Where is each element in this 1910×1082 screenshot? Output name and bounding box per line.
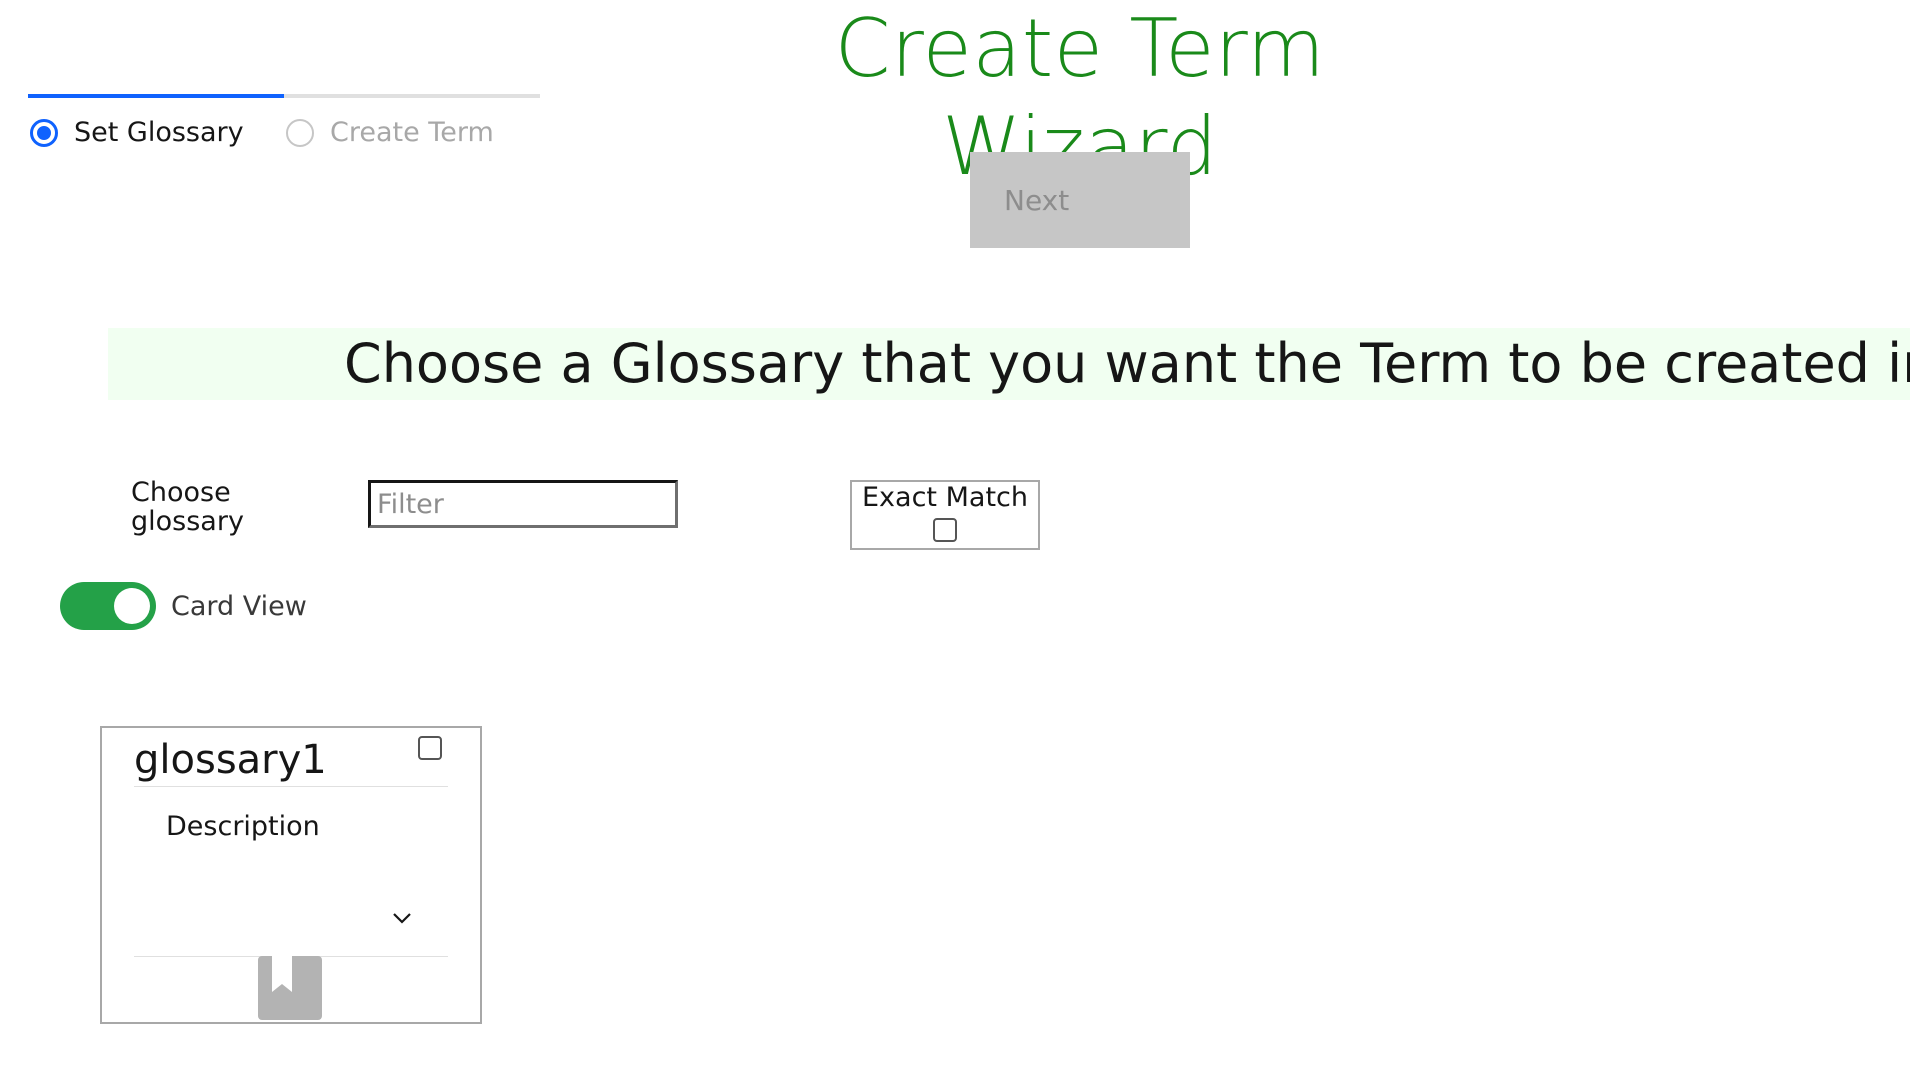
description-label: Description (166, 811, 320, 842)
radio-empty-icon (286, 119, 314, 147)
instruction-text: Choose a Glossary that you want the Term… (344, 332, 1910, 395)
bookmark-icon (258, 956, 322, 1020)
card-divider (134, 786, 448, 787)
choose-glossary-label: Choose glossary (131, 477, 244, 537)
progress-step-label: Set Glossary (74, 117, 244, 148)
progress-step-set-glossary[interactable]: Set Glossary (30, 116, 244, 150)
glossary-select-checkbox[interactable] (418, 736, 442, 760)
card-view-toggle[interactable] (60, 582, 156, 630)
create-term-wizard-page: Create Term Wizard Set Glossary Create T… (0, 0, 1910, 1082)
exact-match-label: Exact Match (862, 482, 1028, 513)
glossary-name: glossary1 (134, 737, 327, 783)
toggle-knob (114, 588, 150, 624)
progress-indicator: Set Glossary Create Term (28, 94, 540, 174)
next-button[interactable]: Next (970, 152, 1190, 248)
exact-match-box: Exact Match (850, 480, 1040, 550)
radio-selected-icon (30, 119, 58, 147)
exact-match-checkbox[interactable] (933, 518, 957, 542)
chevron-down-icon[interactable] (388, 904, 416, 932)
filter-input[interactable] (368, 480, 678, 528)
progress-fill (28, 94, 284, 98)
instruction-banner: Choose a Glossary that you want the Term… (108, 328, 1910, 400)
progress-step-create-term[interactable]: Create Term (286, 116, 494, 150)
progress-step-label: Create Term (330, 117, 494, 148)
card-view-label: Card View (171, 591, 307, 622)
glossary-card[interactable]: glossary1 Description (100, 726, 482, 1024)
